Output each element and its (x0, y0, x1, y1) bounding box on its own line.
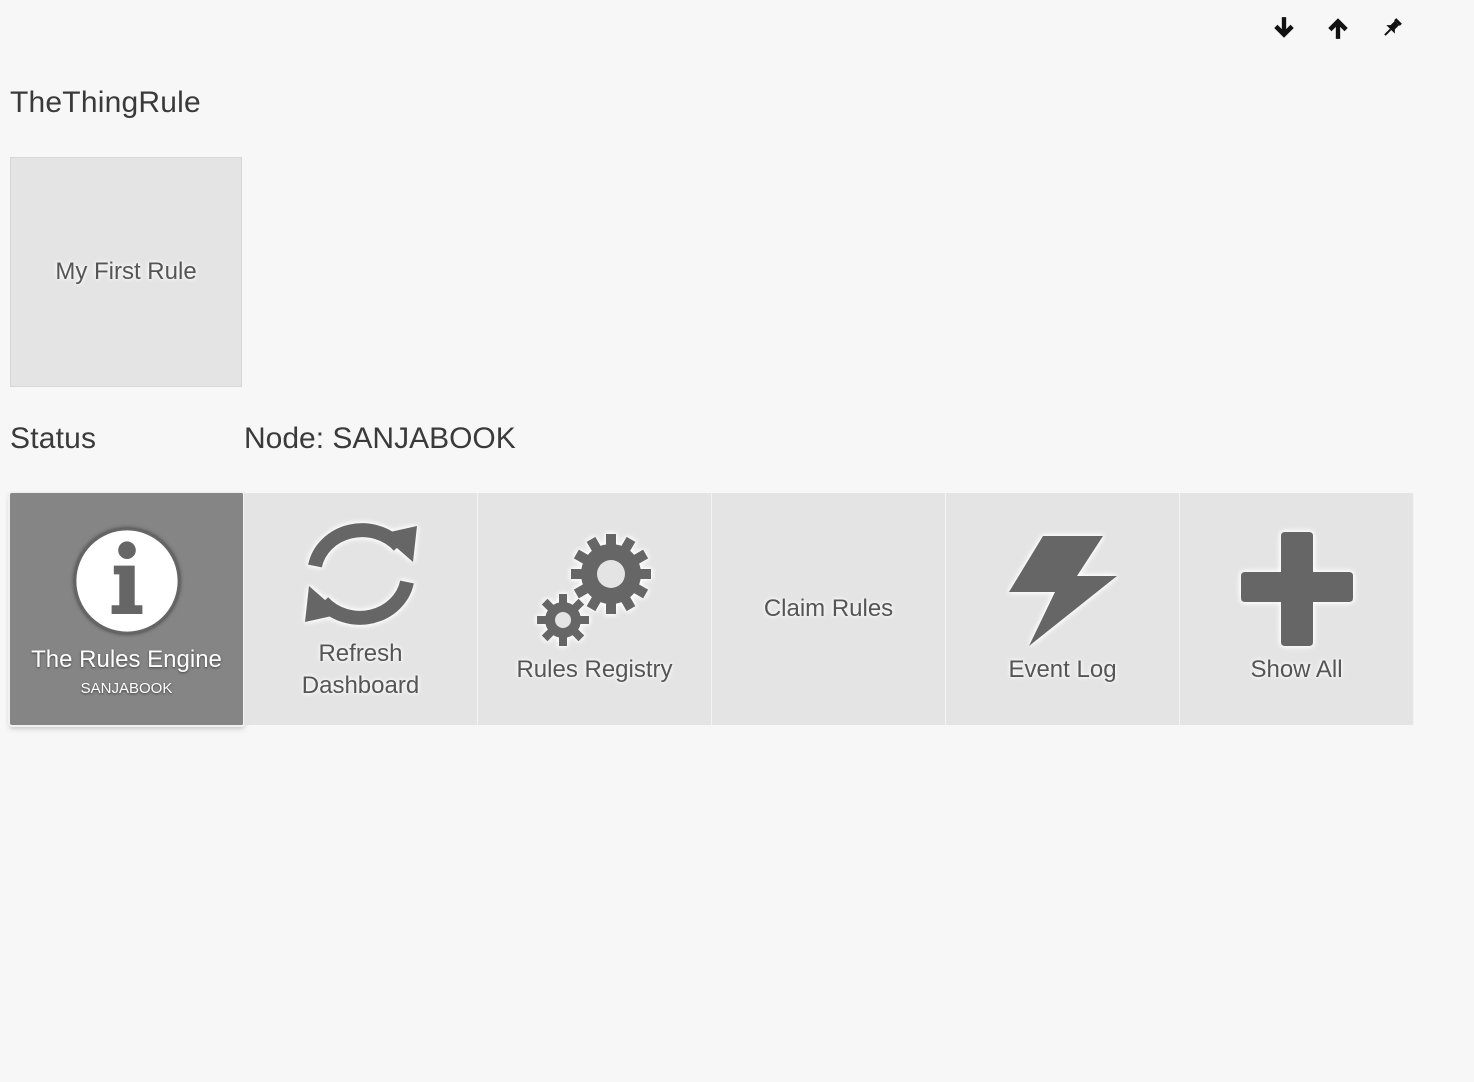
page: TheThingRule My First Rule Status Node: … (0, 0, 1474, 1082)
rules-engine-label: The Rules Engine (31, 645, 222, 673)
pin-icon[interactable] (1374, 12, 1410, 44)
event-log-label: Event Log (1008, 656, 1117, 683)
rules-engine-tile[interactable]: The Rules Engine SANJABOOK (10, 493, 244, 725)
rule-tile-my-first-rule[interactable]: My First Rule (10, 157, 242, 387)
show-all-tile[interactable]: Show All (1180, 493, 1414, 725)
rule-tile-label: My First Rule (55, 258, 197, 285)
status-title: Status (10, 422, 97, 455)
rules-engine-node: SANJABOOK (80, 679, 173, 697)
action-tiles: The Rules Engine SANJABOOK Refresh Dashb… (10, 493, 1414, 725)
show-all-label: Show All (1250, 656, 1343, 683)
claim-rules-label: Claim Rules (763, 595, 894, 622)
arrow-up-icon[interactable] (1320, 12, 1356, 44)
toolbar (1266, 12, 1410, 44)
refresh-dashboard-label: Refresh Dashboard (301, 640, 420, 699)
plus-icon (1240, 532, 1353, 646)
claim-rules-tile[interactable]: Claim Rules (712, 493, 946, 725)
rules-registry-label: Rules Registry (516, 656, 673, 683)
event-log-tile[interactable]: Event Log (946, 493, 1180, 725)
lightning-icon (1008, 536, 1117, 646)
gears-icon (536, 534, 651, 646)
page-title: TheThingRule (10, 86, 201, 119)
arrow-down-icon[interactable] (1266, 12, 1302, 44)
info-icon (73, 527, 180, 634)
node-label: Node: SANJABOOK (244, 422, 516, 455)
refresh-icon (304, 523, 417, 625)
refresh-dashboard-tile[interactable]: Refresh Dashboard (244, 493, 478, 725)
rules-registry-tile[interactable]: Rules Registry (478, 493, 712, 725)
